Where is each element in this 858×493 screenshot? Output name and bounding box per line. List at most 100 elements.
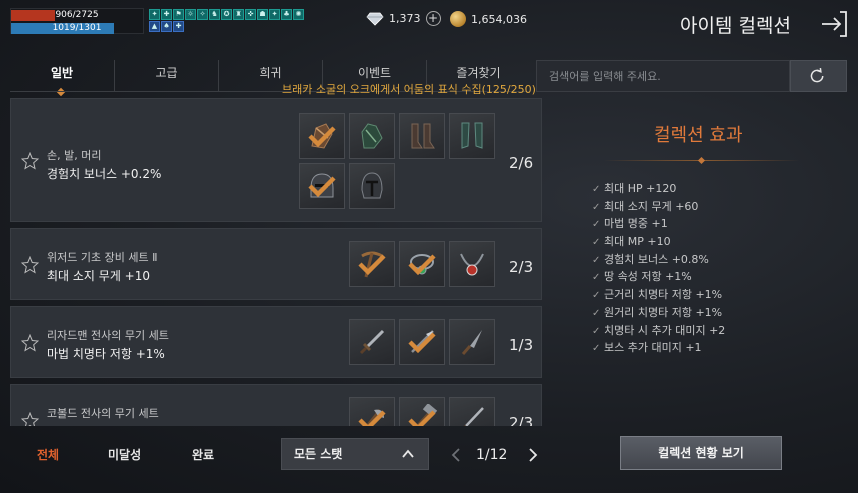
buff-icon[interactable]: ♜ [233,9,244,20]
buff-icon[interactable]: ⚑ [173,9,184,20]
blade-icon [461,330,482,355]
effect-item: ✓ 근거리 치명타 저항 +1% [592,286,725,304]
status-bars: 906/2725 1019/1301 [10,8,144,34]
add-diamonds-button[interactable]: + [425,11,441,26]
greaves-icon [461,122,483,149]
collection-item[interactable]: 손, 발, 머리 경험치 보너스 +0.2% 2/6 [10,98,542,222]
favorite-star-icon[interactable] [21,256,39,274]
collection-item[interactable]: 위저드 기초 장비 세트 Ⅱ 최대 소지 무게 +10 2/3 [10,228,542,300]
stat-dropdown[interactable]: 모든 스탯 [281,438,429,470]
favorite-star-icon[interactable] [21,412,39,426]
gold-amount: 1,654,036 [471,12,527,26]
collection-name: 코볼드 전사의 무기 세트 [47,407,159,420]
effect-item: ✓ 최대 HP +120 [592,180,725,198]
item-slot-blade[interactable] [449,319,495,365]
buff-icon[interactable]: ▲ [149,21,160,32]
collection-count: 2/3 [509,258,534,276]
check-icon: ✓ [592,307,601,319]
filter-all[interactable]: 전체 [37,446,59,463]
collected-check-icon [408,410,436,426]
check-icon: ✓ [592,184,601,195]
check-icon: ✓ [592,290,601,302]
collection-item[interactable]: 리자드맨 전사의 무기 세트 마법 치명타 저항 +1% 1/3 [10,306,542,378]
hp-text: 906/2725 [55,10,99,20]
collected-check-icon [358,254,386,276]
diamond-currency: 1,373 + [366,11,441,26]
item-slot-dagger[interactable] [349,319,395,365]
tab-general[interactable]: 일반 [10,60,114,92]
buff-icon[interactable]: ✚ [161,9,172,20]
filter-incomplete[interactable]: 미달성 [108,446,141,463]
page-indicator: 1/12 [476,447,508,463]
effects-title: 컬렉션 효과 [654,125,743,146]
diamond-icon [366,12,384,26]
collection-count: 2/3 [509,414,534,426]
chevron-right-icon[interactable] [527,447,539,463]
collection-item[interactable]: 코볼드 전사의 무기 세트 2/3 [10,384,542,426]
buff-icon[interactable]: ✧ [197,9,208,20]
buff-icon[interactable]: ✺ [293,9,304,20]
buff-icons: ✦ ✚ ⚑ ☼ ✧ ♞ ✪ ♜ ✜ ☗ ✦ ♣ ✺ ▲ ♠ ✚ [149,9,311,33]
check-icon: ✓ [592,254,601,266]
buff-icon[interactable]: ✪ [221,9,232,20]
hp-bar: 906/2725 [11,10,143,21]
item-slot-boots[interactable] [399,113,445,159]
search-input[interactable] [536,60,790,92]
effect-item: ✓ 경험치 보너스 +0.8% [592,251,725,269]
refresh-icon [810,67,824,83]
item-slot-hammer[interactable] [399,397,445,426]
item-slot-axe[interactable] [349,397,395,426]
check-icon: ✓ [592,237,601,249]
effect-item: ✓ 최대 소지 무게 +60 [592,198,725,216]
refresh-button[interactable] [790,60,847,92]
buff-icon[interactable]: ✦ [149,9,160,20]
chevron-left-icon[interactable] [450,447,462,463]
collection-count: 2/6 [509,154,534,172]
effects-divider [604,160,800,161]
dagger-icon [359,329,385,355]
stat-dropdown-value: 모든 스탯 [294,447,343,461]
gold-currency: 1,654,036 [450,11,527,27]
page-title: 아이템 컬렉션 [680,15,791,37]
effect-item: ✓ 보스 추가 대미지 +1 [592,339,725,357]
collected-check-icon [408,254,436,276]
filter-complete[interactable]: 완료 [192,446,214,463]
favorite-star-icon[interactable] [21,152,39,170]
tab-advanced[interactable]: 고급 [114,60,218,92]
buff-icon[interactable]: ✜ [245,9,256,20]
buff-icon[interactable]: ♣ [281,9,292,20]
item-slot-necklace[interactable] [449,241,495,287]
item-slot-greaves[interactable] [449,113,495,159]
buff-icon[interactable]: ✦ [269,9,280,20]
mp-text: 1019/1301 [52,23,102,33]
item-slot-sword[interactable] [449,397,495,426]
item-slot-glove[interactable] [349,113,395,159]
buff-icon[interactable]: ☼ [185,9,196,20]
item-slot-gauntlet[interactable] [299,113,345,159]
collection-bonus: 경험치 보너스 +0.2% [47,167,162,181]
buff-icon[interactable]: ♠ [161,21,172,32]
quest-notice: 브래카 소굴의 오크에게서 어둠의 표식 수집(125/250) [282,83,536,96]
gold-coin-icon [450,11,466,27]
collection-name: 위저드 기초 장비 세트 Ⅱ [47,251,158,264]
item-slot-spear[interactable] [399,319,445,365]
exit-icon[interactable] [820,10,848,38]
favorite-star-icon[interactable] [21,334,39,352]
check-icon: ✓ [592,272,601,284]
buff-icon[interactable]: ☗ [257,9,268,20]
collected-check-icon [308,176,336,198]
item-slot-helm[interactable] [349,163,395,209]
diamond-amount: 1,373 [389,12,421,25]
effects-list: ✓ 최대 HP +120 ✓ 최대 소지 무게 +60 ✓ 마법 명중 +1 ✓ 최대 … [592,180,725,357]
item-slot-helmet[interactable] [299,163,345,209]
item-slot-pick[interactable] [349,241,395,287]
buff-icon[interactable]: ♞ [209,9,220,20]
buff-icon[interactable]: ✚ [173,21,184,32]
check-icon: ✓ [592,343,601,355]
collection-status-button[interactable]: 컬렉션 현황 보기 [620,436,782,470]
collected-check-icon [308,126,336,148]
collection-bonus: 최대 소지 무게 +10 [47,269,151,283]
item-slot-amulet[interactable] [399,241,445,287]
check-icon: ✓ [592,201,601,213]
check-icon: ✓ [592,325,601,337]
